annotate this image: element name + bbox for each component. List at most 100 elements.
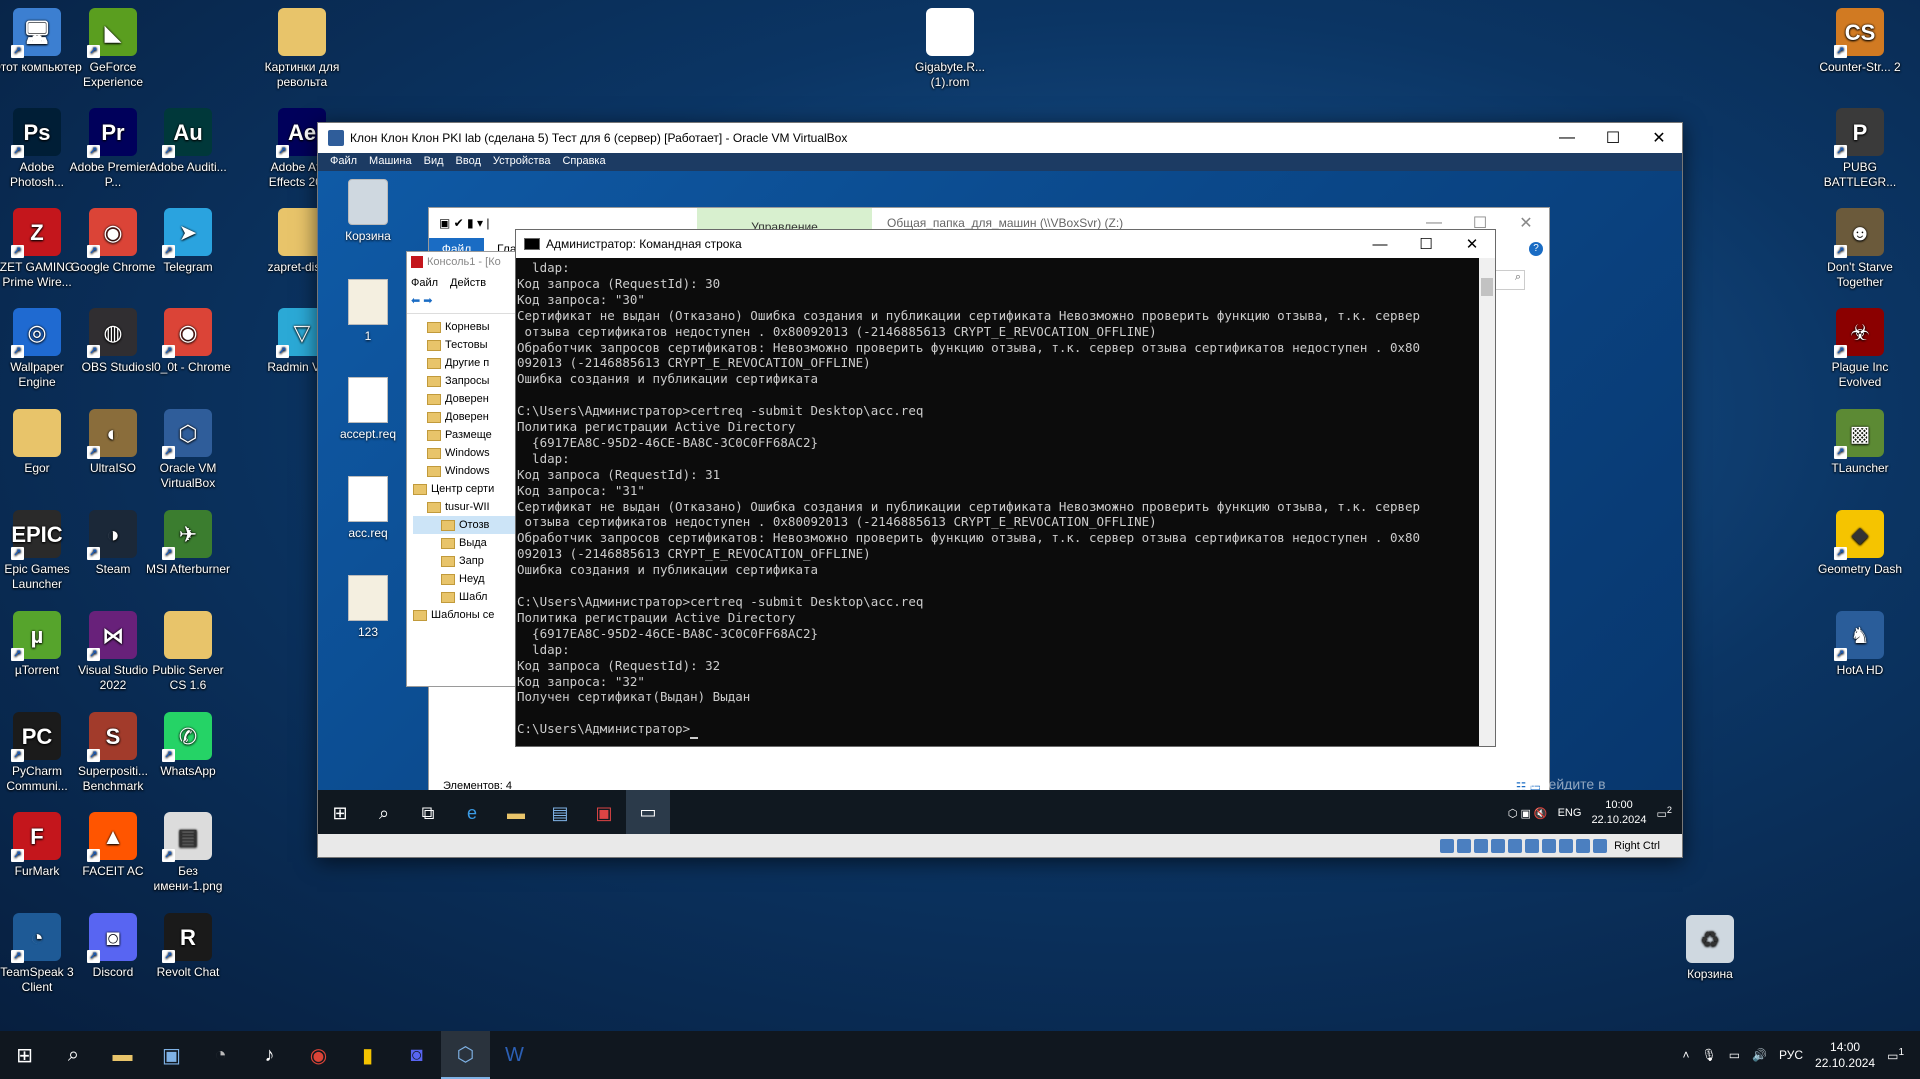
mmc-tree-item[interactable]: Корневы	[413, 318, 525, 336]
guest-icon-accept-req[interactable]: accept.req	[328, 377, 408, 441]
mmc-tree-item[interactable]: Шаблоны се	[413, 606, 525, 624]
cmd-scrollbar[interactable]	[1479, 258, 1495, 746]
close-button[interactable]: ✕	[1636, 123, 1682, 153]
guest-search-icon[interactable]: ⌕	[362, 790, 406, 836]
maximize-button[interactable]: ☐	[1590, 123, 1636, 153]
status-usb-icon[interactable]	[1508, 838, 1523, 853]
menu-devices[interactable]: Устройства	[487, 153, 557, 171]
mmc-tree-item[interactable]: Выда	[413, 534, 525, 552]
desktop-icon[interactable]: ◣GeForce Experience	[68, 8, 158, 90]
status-optical-icon[interactable]	[1457, 838, 1472, 853]
desktop-icon[interactable]: ☻Don't Starve Together	[1815, 208, 1905, 290]
mmc-menu-file[interactable]: Файл	[411, 277, 438, 289]
cmd-close-button[interactable]: ✕	[1449, 230, 1495, 258]
host-clock[interactable]: 14:00 22.10.2024	[1815, 1039, 1875, 1071]
app-icon-monitor[interactable]: ▣	[147, 1031, 196, 1079]
guest-lang[interactable]: ENG	[1558, 807, 1582, 819]
menu-input[interactable]: Ввод	[450, 153, 487, 171]
cmd-scrollbar-thumb[interactable]	[1481, 278, 1493, 296]
virtualbox-titlebar[interactable]: Клон Клон Клон PKI lab (сделана 5) Тест …	[318, 123, 1682, 153]
guest-server-manager-icon[interactable]: ▤	[538, 790, 582, 836]
guest-clock[interactable]: 10:00 22.10.2024	[1591, 798, 1646, 828]
mmc-tree-item[interactable]: Доверен	[413, 408, 525, 426]
menu-file[interactable]: Файл	[324, 153, 363, 171]
status-display-icon[interactable]	[1542, 838, 1557, 853]
mmc-console-window[interactable]: Консоль1 - [Ко Файл Действ ⬅ ➡ Корневы Те…	[406, 251, 526, 687]
back-arrow-icon[interactable]: ⬅	[411, 295, 420, 307]
desktop-icon[interactable]: ☣Plague Inc Evolved	[1815, 308, 1905, 390]
quick-access-toolbar[interactable]: ▣ ✔ ▮ ▾ |	[439, 216, 489, 230]
desktop-icon[interactable]: ▤Без имени-1.png	[143, 812, 233, 894]
menu-help[interactable]: Справка	[556, 153, 611, 171]
desktop-icon[interactable]: ✆ WhatsApp	[143, 712, 233, 779]
app-icon-lock[interactable]: ▮	[343, 1031, 392, 1079]
file-explorer-icon[interactable]: ▬	[98, 1031, 147, 1079]
cmd-window[interactable]: Администратор: Командная строка — ☐ ✕ ld…	[515, 229, 1496, 747]
cmd-output[interactable]: ldap: Код запроса (RequestId): 30 Код запр…	[516, 258, 1480, 746]
mmc-tree-item[interactable]: Центр серти	[413, 480, 525, 498]
host-key-label[interactable]: Right Ctrl	[1614, 840, 1660, 852]
mmc-titlebar[interactable]: Консоль1 - [Ко	[407, 252, 525, 272]
app-icon-mouse[interactable]: ◔	[196, 1031, 245, 1079]
desktop-icon[interactable]: ⬡Oracle VM VirtualBox	[143, 409, 233, 491]
menu-machine[interactable]: Машина	[363, 153, 418, 171]
mmc-tree-item[interactable]: Тестовы	[413, 336, 525, 354]
volume-icon[interactable]: 🔊	[1752, 1048, 1767, 1062]
mmc-tree-item[interactable]: Отозв	[413, 516, 525, 534]
mmc-tree-item[interactable]: Доверен	[413, 390, 525, 408]
mmc-tree-item[interactable]: Другие п	[413, 354, 525, 372]
discord-icon[interactable]: ◙	[392, 1031, 441, 1079]
cmd-titlebar[interactable]: Администратор: Командная строка — ☐ ✕	[516, 230, 1495, 258]
guest-notifications-icon[interactable]: ▭2	[1657, 805, 1673, 821]
chevron-up-icon[interactable]: ˄	[1682, 1048, 1689, 1062]
network-icon[interactable]: ▭	[1729, 1048, 1740, 1062]
virtualbox-taskbar-icon[interactable]: ⬡	[441, 1031, 490, 1079]
guest-cmd-icon[interactable]: ▭	[626, 790, 670, 836]
cmd-maximize-button[interactable]: ☐	[1403, 230, 1449, 258]
status-recording-icon[interactable]	[1559, 838, 1574, 853]
mmc-tree-item[interactable]: Неуд	[413, 570, 525, 588]
mmc-tree-item[interactable]: Шабл	[413, 588, 525, 606]
desktop-icon[interactable]: CS Counter-Str... 2	[1815, 8, 1905, 75]
status-cpu-icon[interactable]	[1576, 838, 1591, 853]
microphone-icon[interactable]: 🎙	[1701, 1048, 1716, 1062]
guest-tray-icons[interactable]: ⬡ ▣ 🔇	[1508, 807, 1548, 820]
status-mouse-icon[interactable]	[1593, 838, 1608, 853]
cmd-minimize-button[interactable]: —	[1357, 230, 1403, 258]
desktop-icon[interactable]: ♞ HotA HD	[1815, 611, 1905, 678]
desktop-icon[interactable]: Картинки для револьта	[257, 8, 347, 90]
mmc-tree-item[interactable]: Windows	[413, 444, 525, 462]
guest-icon-recycle-bin[interactable]: Корзина	[328, 179, 408, 243]
guest-explorer-icon[interactable]: ▬	[494, 790, 538, 836]
guest-mmc-icon[interactable]: ▣	[582, 790, 626, 836]
mmc-tree-item[interactable]: Запросы	[413, 372, 525, 390]
guest-start-icon[interactable]: ⊞	[318, 790, 362, 836]
music-icon[interactable]: ♪	[245, 1031, 294, 1079]
guest-task-view-icon[interactable]: ⧉	[406, 790, 450, 836]
desktop-icon[interactable]: Gigabyte.R... (1).rom	[905, 8, 995, 90]
status-hdd-icon[interactable]	[1440, 838, 1455, 853]
mmc-tree-item[interactable]: tusur-WII	[413, 498, 525, 516]
forward-arrow-icon[interactable]: ➡	[423, 295, 432, 307]
desktop-icon[interactable]: Public Server CS 1.6	[143, 611, 233, 693]
desktop-icon[interactable]: ◆ Geometry Dash	[1815, 510, 1905, 577]
desktop-icon[interactable]: ➤ Telegram	[143, 208, 233, 275]
minimize-button[interactable]: —	[1544, 123, 1590, 153]
guest-icon-certificate-123[interactable]: 123	[328, 575, 408, 639]
status-network-icon[interactable]	[1491, 838, 1506, 853]
guest-icon-certificate-1[interactable]: 1	[328, 279, 408, 343]
menu-view[interactable]: Вид	[418, 153, 450, 171]
help-icon[interactable]: ?	[1529, 242, 1543, 256]
desktop-icon[interactable]: ▩ TLauncher	[1815, 409, 1905, 476]
guest-screen[interactable]: Корзина 1 accept.req acc.req 123 ▣ ✔ ▮ ▾…	[318, 171, 1682, 836]
host-lang[interactable]: РУС	[1779, 1048, 1803, 1062]
mmc-tree-item[interactable]: Запр	[413, 552, 525, 570]
desktop-icon[interactable]: ✈ MSI Afterburner	[143, 510, 233, 577]
start-icon[interactable]: ⊞	[0, 1031, 49, 1079]
mmc-menu-action[interactable]: Действ	[450, 277, 486, 289]
desktop-icon[interactable]: R Revolt Chat	[143, 913, 233, 980]
word-icon[interactable]: W	[490, 1031, 539, 1079]
mmc-tree-item[interactable]: Windows	[413, 462, 525, 480]
notifications-icon[interactable]: ▭1	[1887, 1047, 1904, 1063]
guest-icon-acc-req[interactable]: acc.req	[328, 476, 408, 540]
